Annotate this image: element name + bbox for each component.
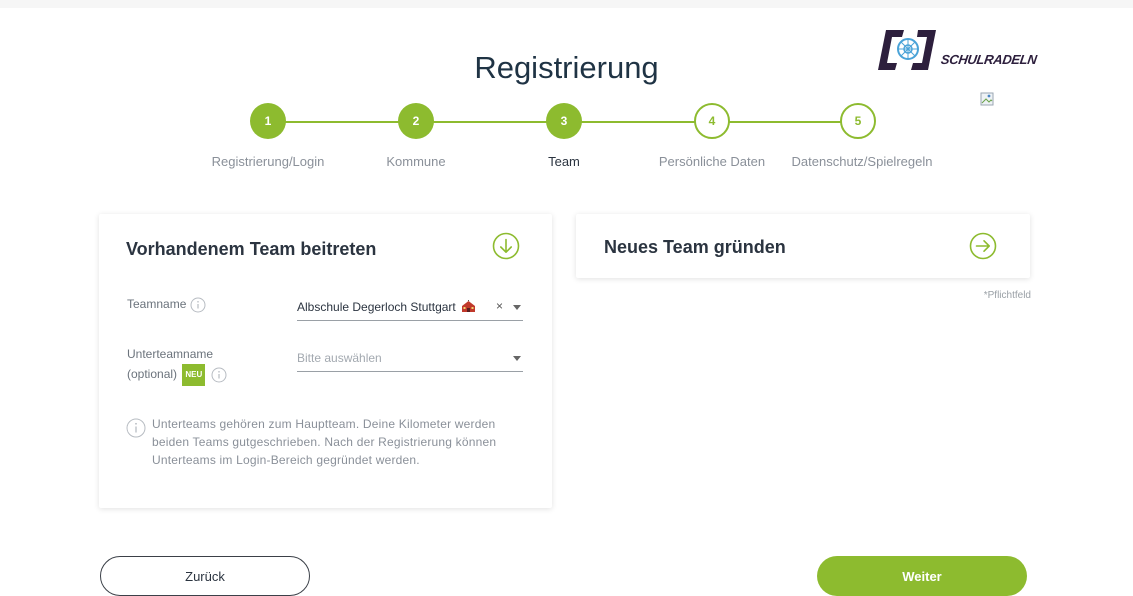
step-3-label: Team	[548, 154, 580, 169]
subteam-placeholder: Bitte auswählen	[297, 351, 382, 365]
chevron-down-icon[interactable]	[513, 305, 521, 310]
arrow-down-circle-icon[interactable]	[492, 232, 520, 260]
step-1-circle[interactable]: 1	[250, 103, 286, 139]
subteam-label-optional: (optional)	[127, 367, 178, 382]
chevron-down-icon[interactable]	[513, 356, 521, 361]
required-field-note: *Pflichtfeld	[983, 290, 1031, 301]
teamname-select[interactable]: Albschule Degerloch Stuttgart ×	[297, 296, 523, 321]
logo-icon	[878, 30, 936, 70]
info-icon	[126, 418, 146, 438]
next-button[interactable]: Weiter	[817, 556, 1027, 596]
arrow-right-circle-icon[interactable]	[969, 232, 997, 260]
back-button[interactable]: Zurück	[100, 556, 310, 596]
teamname-label-row: Teamname	[127, 294, 206, 314]
new-team-title: Neues Team gründen	[604, 237, 786, 257]
school-building-icon	[462, 299, 476, 312]
new-badge: NEU	[182, 364, 206, 386]
step-4-circle: 4	[694, 103, 730, 139]
broken-image-icon	[980, 92, 994, 106]
step-1-label: Registrierung/Login	[211, 154, 325, 169]
subteam-label-line1: Unterteamname	[127, 347, 214, 361]
stepper-line-done	[268, 121, 416, 123]
stepper-line-todo	[712, 121, 858, 123]
teamname-selected-row: Albschule Degerloch Stuttgart	[297, 299, 476, 314]
logo-text: SCHULRADELN	[939, 52, 1038, 67]
new-team-card[interactable]: Neues Team gründen	[576, 214, 1030, 278]
clear-selection-icon[interactable]: ×	[496, 299, 503, 313]
join-team-title: Vorhandenem Team beitreten	[126, 239, 377, 259]
info-icon[interactable]	[190, 297, 206, 313]
step-2-label: Kommune	[386, 154, 446, 169]
subteam-label-line2-row: (optional) NEU	[127, 364, 227, 386]
teamname-label: Teamname	[127, 297, 187, 311]
subteam-info-note: Unterteams gehören zum Hauptteam. Deine …	[152, 417, 497, 467]
step-5-circle: 5	[840, 103, 876, 139]
step-3-circle: 3	[546, 103, 582, 139]
step-2-circle[interactable]: 2	[398, 103, 434, 139]
stepper-line-todo	[564, 121, 712, 123]
stepper-line-done	[416, 121, 564, 123]
step-4-label: Persönliche Daten	[658, 154, 766, 169]
top-bar	[0, 0, 1133, 8]
subteam-select[interactable]: Bitte auswählen	[297, 347, 523, 372]
teamname-selected-value: Albschule Degerloch Stuttgart	[297, 300, 456, 314]
step-5-label: Datenschutz/Spielregeln	[791, 154, 933, 169]
subteam-label-row: Unterteamname (optional) NEU	[127, 344, 227, 386]
info-icon[interactable]	[211, 367, 227, 383]
